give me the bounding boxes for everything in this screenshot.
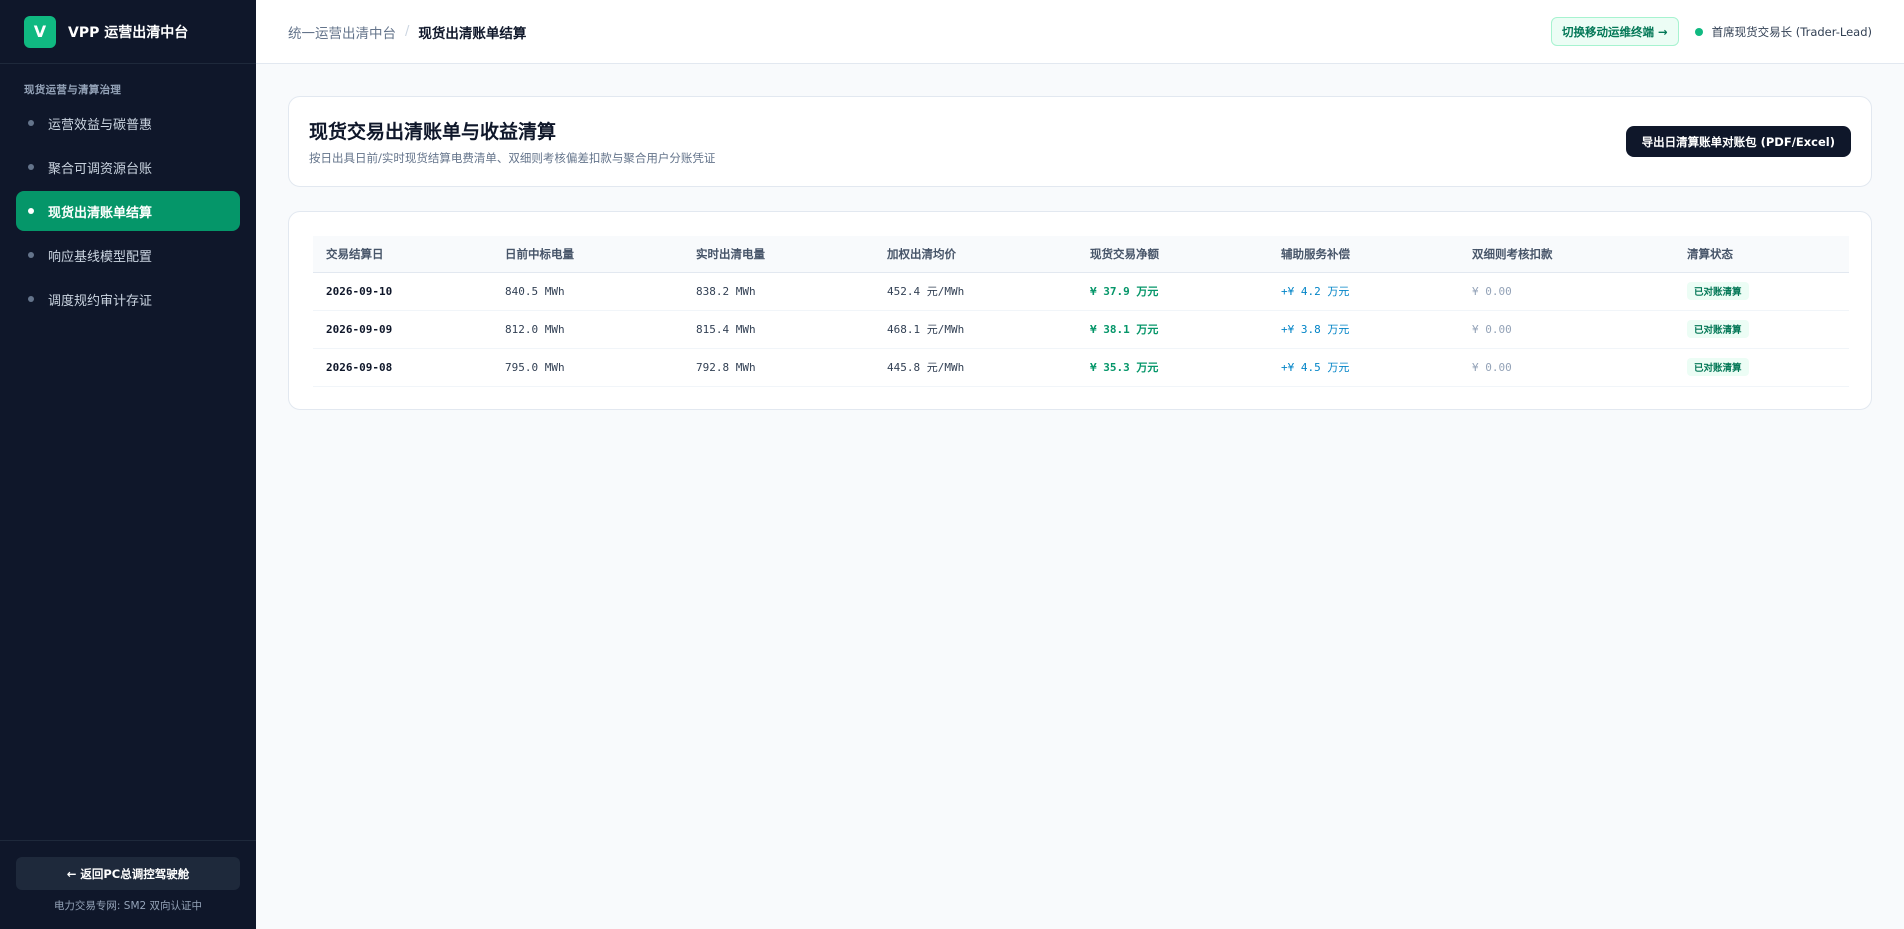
page-subtitle: 按日出具日前/实时现货结算电费清单、双细则考核偏差扣款与聚合用户分账凭证 xyxy=(309,151,716,165)
ancillary-compensation: +¥ 3.8 万元 xyxy=(1268,310,1459,349)
status-badge: 已对账清算 xyxy=(1687,320,1749,338)
top-header: 统一运营出清中台 / 现货出清账单结算 切换移动运维终端 → 首席现货交易长 (… xyxy=(256,0,1904,64)
assessment-deduction: ¥ 0.00 xyxy=(1459,310,1674,349)
table-row[interactable]: 2026-09-10 840.5 MWh 838.2 MWh 452.4 元/M… xyxy=(313,272,1849,311)
column-header[interactable]: 现货交易净额 xyxy=(1077,236,1268,273)
settlement-date: 2026-09-08 xyxy=(313,348,492,387)
settlement-table: 交易结算日 日前中标电量 实时出清电量 加权出清均价 现货交易净额 辅助服务补偿… xyxy=(313,236,1849,387)
user-name: 首席现货交易长 (Trader-Lead) xyxy=(1711,24,1872,39)
table-header-row: 交易结算日 日前中标电量 实时出清电量 加权出清均价 现货交易净额 辅助服务补偿… xyxy=(313,236,1849,273)
status-cell: 已对账清算 xyxy=(1674,272,1849,311)
brand-name: VPP 运营出清中台 xyxy=(68,24,189,41)
net-amount: ¥ 38.1 万元 xyxy=(1077,310,1268,349)
sidebar-item-label: 聚合可调资源台账 xyxy=(48,161,153,177)
back-to-dashboard-button[interactable]: ← 返回PC总调控驾驶舱 xyxy=(16,857,240,890)
page-title: 现货交易出清账单与收益清算 xyxy=(309,121,557,143)
weighted-price: 468.1 元/MWh xyxy=(874,310,1077,349)
settlement-date: 2026-09-09 xyxy=(313,310,492,349)
column-header[interactable]: 日前中标电量 xyxy=(492,236,683,273)
day-ahead-volume: 812.0 MWh xyxy=(492,310,683,349)
sidebar-item-audit[interactable]: 调度规约审计存证 xyxy=(16,279,240,319)
online-status-icon xyxy=(1694,27,1703,36)
brand-logo: V xyxy=(24,15,56,48)
settlement-date: 2026-09-10 xyxy=(313,272,492,311)
sidebar-item-resources[interactable]: 聚合可调资源台账 xyxy=(16,147,240,187)
status-badge: 已对账清算 xyxy=(1687,358,1749,376)
page-heading: 现货交易出清账单与收益清算 按日出具日前/实时现货结算电费清单、双细则考核偏差扣… xyxy=(309,117,715,166)
sidebar-item-benefits[interactable]: 运营效益与碳普惠 xyxy=(16,103,240,143)
column-header[interactable]: 双细则考核扣款 xyxy=(1459,236,1674,273)
bullet-icon xyxy=(28,164,34,170)
realtime-volume: 792.8 MWh xyxy=(683,348,874,387)
switch-mobile-button[interactable]: 切换移动运维终端 → xyxy=(1550,17,1679,46)
status-cell: 已对账清算 xyxy=(1674,348,1849,387)
sidebar-item-label: 调度规约审计存证 xyxy=(48,293,153,309)
status-badge: 已对账清算 xyxy=(1687,282,1749,300)
column-header[interactable]: 辅助服务补偿 xyxy=(1268,236,1459,273)
column-header[interactable]: 实时出清电量 xyxy=(683,236,874,273)
breadcrumb-separator: / xyxy=(405,24,410,39)
brand[interactable]: V VPP 运营出清中台 xyxy=(0,0,256,64)
bullet-icon xyxy=(28,252,34,258)
sidebar-footer: ← 返回PC总调控驾驶舱 电力交易专网: SM2 双向认证中 xyxy=(0,840,256,929)
sidebar-item-label: 现货出清账单结算 xyxy=(48,205,153,221)
column-header[interactable]: 交易结算日 xyxy=(313,236,492,273)
nav-section-title: 现货运营与清算治理 xyxy=(24,84,122,96)
net-amount: ¥ 37.9 万元 xyxy=(1077,272,1268,311)
weighted-price: 452.4 元/MWh xyxy=(874,272,1077,311)
day-ahead-volume: 795.0 MWh xyxy=(492,348,683,387)
sidebar-item-label: 运营效益与碳普惠 xyxy=(48,117,153,133)
sidebar-item-baseline[interactable]: 响应基线模型配置 xyxy=(16,235,240,275)
bullet-icon xyxy=(28,120,34,126)
page-header-card: 现货交易出清账单与收益清算 按日出具日前/实时现货结算电费清单、双细则考核偏差扣… xyxy=(288,96,1872,187)
security-status: 电力交易专网: SM2 双向认证中 xyxy=(53,900,203,912)
column-header[interactable]: 清算状态 xyxy=(1674,236,1849,273)
sidebar: V VPP 运营出清中台 现货运营与清算治理 运营效益与碳普惠 聚合可调资源台账… xyxy=(0,0,256,929)
bullet-icon xyxy=(28,296,34,302)
table-row[interactable]: 2026-09-09 812.0 MWh 815.4 MWh 468.1 元/M… xyxy=(313,310,1849,349)
settlement-table-card: 交易结算日 日前中标电量 实时出清电量 加权出清均价 现货交易净额 辅助服务补偿… xyxy=(288,211,1872,410)
ancillary-compensation: +¥ 4.2 万元 xyxy=(1268,272,1459,311)
sidebar-item-label: 响应基线模型配置 xyxy=(48,249,153,265)
export-button[interactable]: 导出日清算账单对账包 (PDF/Excel) xyxy=(1625,126,1851,157)
realtime-volume: 838.2 MWh xyxy=(683,272,874,311)
status-cell: 已对账清算 xyxy=(1674,310,1849,349)
weighted-price: 445.8 元/MWh xyxy=(874,348,1077,387)
bullet-icon xyxy=(28,208,34,214)
breadcrumb-current: 现货出清账单结算 xyxy=(418,25,527,42)
column-header[interactable]: 加权出清均价 xyxy=(874,236,1077,273)
assessment-deduction: ¥ 0.00 xyxy=(1459,348,1674,387)
breadcrumb-root[interactable]: 统一运营出清中台 xyxy=(288,22,396,42)
net-amount: ¥ 35.3 万元 xyxy=(1077,348,1268,387)
realtime-volume: 815.4 MWh xyxy=(683,310,874,349)
assessment-deduction: ¥ 0.00 xyxy=(1459,272,1674,311)
sidebar-nav: 运营效益与碳普惠 聚合可调资源台账 现货出清账单结算 响应基线模型配置 调度规约… xyxy=(0,103,256,319)
table-row[interactable]: 2026-09-08 795.0 MWh 792.8 MWh 445.8 元/M… xyxy=(313,348,1849,387)
user-info[interactable]: 首席现货交易长 (Trader-Lead) xyxy=(1694,24,1872,40)
header-actions: 切换移动运维终端 → 首席现货交易长 (Trader-Lead) xyxy=(1550,17,1872,46)
ancillary-compensation: +¥ 4.5 万元 xyxy=(1268,348,1459,387)
day-ahead-volume: 840.5 MWh xyxy=(492,272,683,311)
sidebar-item-settlement[interactable]: 现货出清账单结算 xyxy=(16,191,240,231)
